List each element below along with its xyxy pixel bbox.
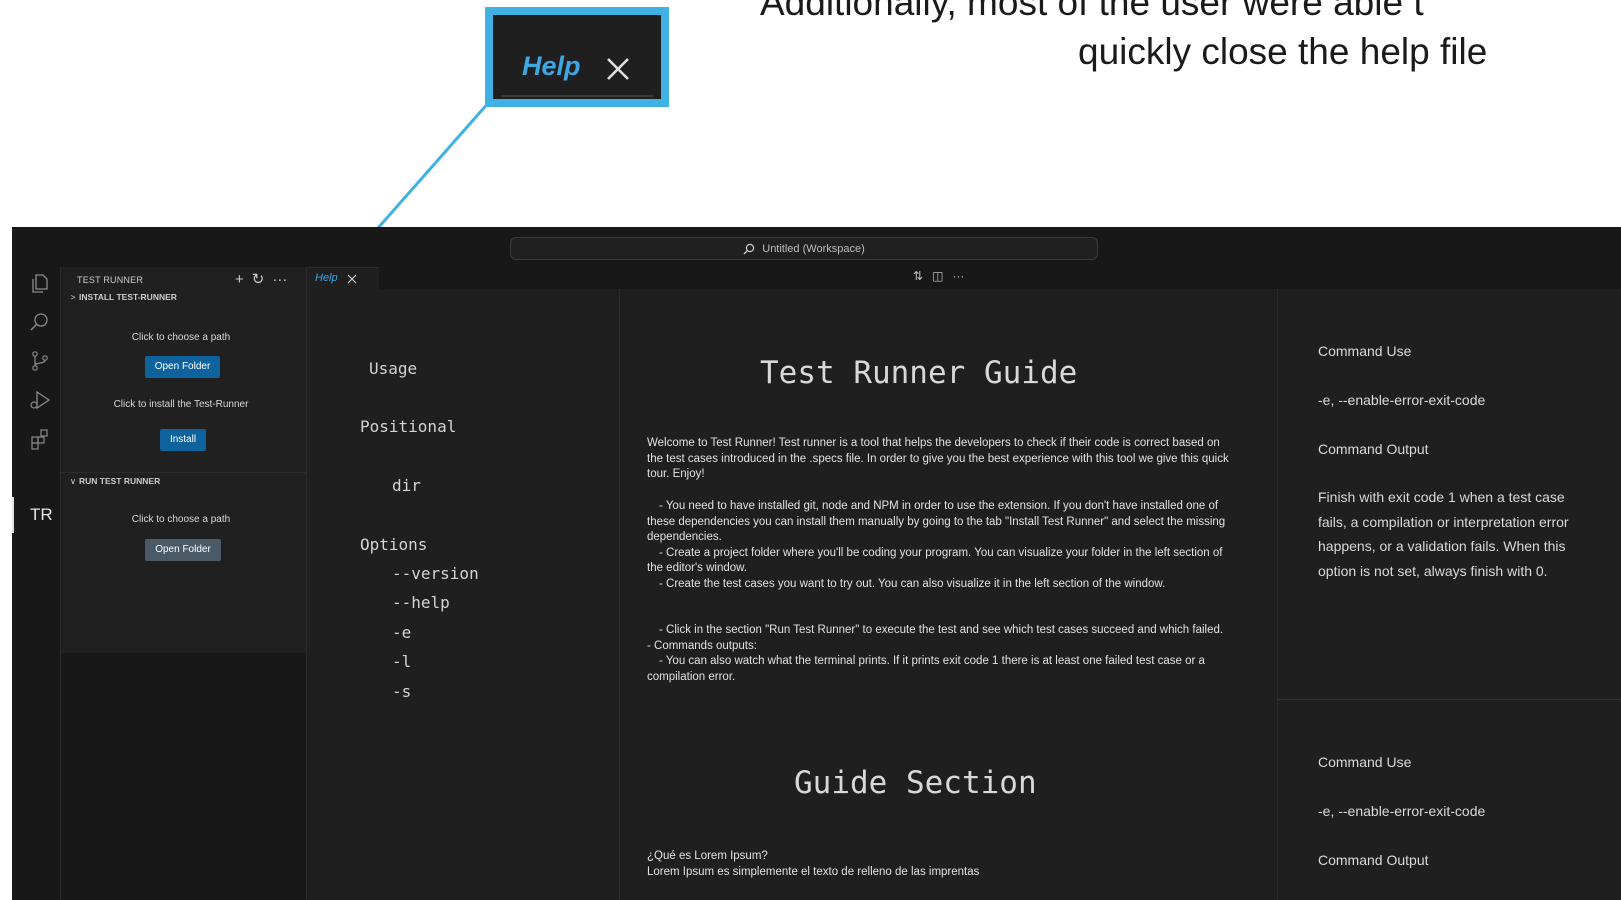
help-commands-column: Command Use -e, --enable-error-exit-code… bbox=[1278, 289, 1621, 900]
command-use-label: Command Use bbox=[1318, 754, 1412, 770]
explorer-icon[interactable] bbox=[29, 272, 51, 294]
source-control-icon[interactable] bbox=[29, 350, 51, 372]
section-install-test-runner[interactable]: > INSTALL TEST-RUNNER bbox=[61, 287, 306, 307]
chevron-down-icon: ∨ bbox=[69, 476, 77, 486]
zoom-help-tab: Help bbox=[493, 15, 653, 93]
guide-intro: Welcome to Test Runner! Test runner is a… bbox=[647, 436, 1237, 483]
positional-heading: Positional bbox=[360, 417, 457, 436]
command-use-value: -e, --enable-error-exit-code bbox=[1318, 392, 1486, 408]
workspace-title: Untitled (Workspace) bbox=[762, 242, 865, 255]
choose-path-text: Click to choose a path bbox=[131, 332, 231, 343]
sidebar-title: TEST RUNNER bbox=[77, 275, 144, 285]
option-item: -e bbox=[392, 623, 412, 642]
command-output-label: Command Output bbox=[1318, 852, 1429, 868]
sidebar-panel: TEST RUNNER + ↻ ··· > INSTALL TEST-RUNNER… bbox=[61, 267, 306, 653]
option-item: -s bbox=[392, 682, 412, 701]
guide-run-step: - Click in the section "Run Test Runner"… bbox=[647, 623, 1237, 685]
install-text: Click to install the Test-Runner bbox=[113, 399, 249, 410]
zoom-callout: Help bbox=[485, 7, 669, 107]
sidebar: TEST RUNNER + ↻ ··· > INSTALL TEST-RUNNER… bbox=[61, 267, 307, 900]
close-icon bbox=[607, 58, 629, 80]
help-guide-column: Test Runner Guide Welcome to Test Runner… bbox=[620, 289, 1278, 900]
command-output-text: Finish with exit code 1 when a test case… bbox=[1318, 489, 1569, 579]
choose-path-text: Click to choose a path bbox=[131, 514, 231, 525]
lorem-text: Lorem Ipsum es simplemente el texto de r… bbox=[647, 865, 980, 878]
close-icon[interactable] bbox=[347, 274, 357, 284]
option-item: --help bbox=[392, 593, 450, 612]
caption-line-2: quickly close the help file bbox=[1078, 31, 1488, 72]
step-item: - You need to have installed git, node a… bbox=[647, 500, 1226, 543]
section-install-title: INSTALL TEST-RUNNER bbox=[79, 292, 177, 302]
extensions-icon[interactable] bbox=[29, 428, 51, 450]
command-output-label: Command Output bbox=[1318, 441, 1429, 457]
guide-steps: - You need to have installed git, node a… bbox=[647, 499, 1237, 592]
run-debug-icon[interactable] bbox=[29, 389, 51, 411]
zoom-divider bbox=[501, 95, 653, 97]
intro-paragraph: Welcome to Test Runner! Test runner is a… bbox=[647, 437, 1229, 480]
test-runner-activity-item[interactable]: TR bbox=[12, 497, 59, 533]
vscode-window: Untitled (Workspace) TR TEST RUNNER + ↻ … bbox=[12, 227, 1621, 900]
help-usage-column: Usage Positional dir Options --version -… bbox=[307, 289, 620, 900]
outputs-title: - Commands outputs: bbox=[647, 639, 757, 652]
options-heading: Options bbox=[360, 535, 428, 554]
outputs-text: - You can also watch what the terminal p… bbox=[647, 655, 1205, 683]
editor-tabs: Help ⇅ ◫ ··· bbox=[307, 267, 1621, 290]
zoom-tab-label: Help bbox=[522, 51, 581, 81]
editor-actions: ⇅ ◫ ··· bbox=[913, 269, 964, 283]
chevron-right-icon: > bbox=[70, 292, 76, 302]
step-item: - Create the test cases you want to try … bbox=[659, 577, 1166, 590]
split-editor-icon[interactable]: ◫ bbox=[932, 269, 943, 283]
open-folder-button[interactable]: Open Folder bbox=[145, 356, 220, 378]
command-center-search[interactable]: Untitled (Workspace) bbox=[510, 237, 1098, 260]
option-item: --version bbox=[392, 564, 479, 583]
command-use-value: -e, --enable-error-exit-code bbox=[1318, 803, 1486, 819]
guide-section-title: Guide Section bbox=[794, 765, 1037, 801]
section-run-title: RUN TEST RUNNER bbox=[79, 476, 161, 486]
positional-dir: dir bbox=[392, 476, 421, 495]
guide-title: Test Runner Guide bbox=[760, 355, 1078, 391]
command-use-label: Command Use bbox=[1318, 343, 1412, 359]
compare-icon[interactable]: ⇅ bbox=[913, 269, 923, 283]
search-icon bbox=[743, 243, 755, 254]
activity-bar: TR bbox=[12, 267, 61, 900]
lorem-question: ¿Qué es Lorem Ipsum? bbox=[647, 850, 768, 862]
run-step-item: - Click in the section "Run Test Runner"… bbox=[659, 624, 1224, 636]
help-editor: Usage Positional dir Options --version -… bbox=[307, 289, 1621, 900]
command-divider bbox=[1278, 699, 1621, 700]
search-icon[interactable] bbox=[29, 311, 51, 333]
tab-help-label: Help bbox=[315, 272, 338, 284]
lorem-block: ¿Qué es Lorem Ipsum? Lorem Ipsum es simp… bbox=[647, 849, 1237, 880]
step-item: - Create a project folder where you'll b… bbox=[647, 546, 1223, 575]
title-bar: Untitled (Workspace) bbox=[12, 227, 1621, 267]
install-button[interactable]: Install bbox=[160, 429, 206, 451]
tab-help[interactable]: Help bbox=[307, 267, 379, 290]
caption-line-1: Additionally, most of the user were able… bbox=[760, 0, 1424, 23]
option-item: -l bbox=[392, 652, 412, 671]
open-folder-button[interactable]: Open Folder bbox=[145, 539, 221, 561]
usage-heading: Usage bbox=[369, 359, 418, 378]
section-run-test-runner[interactable]: ∨ RUN TEST RUNNER bbox=[61, 471, 306, 491]
more-actions-icon[interactable]: ··· bbox=[952, 269, 964, 283]
